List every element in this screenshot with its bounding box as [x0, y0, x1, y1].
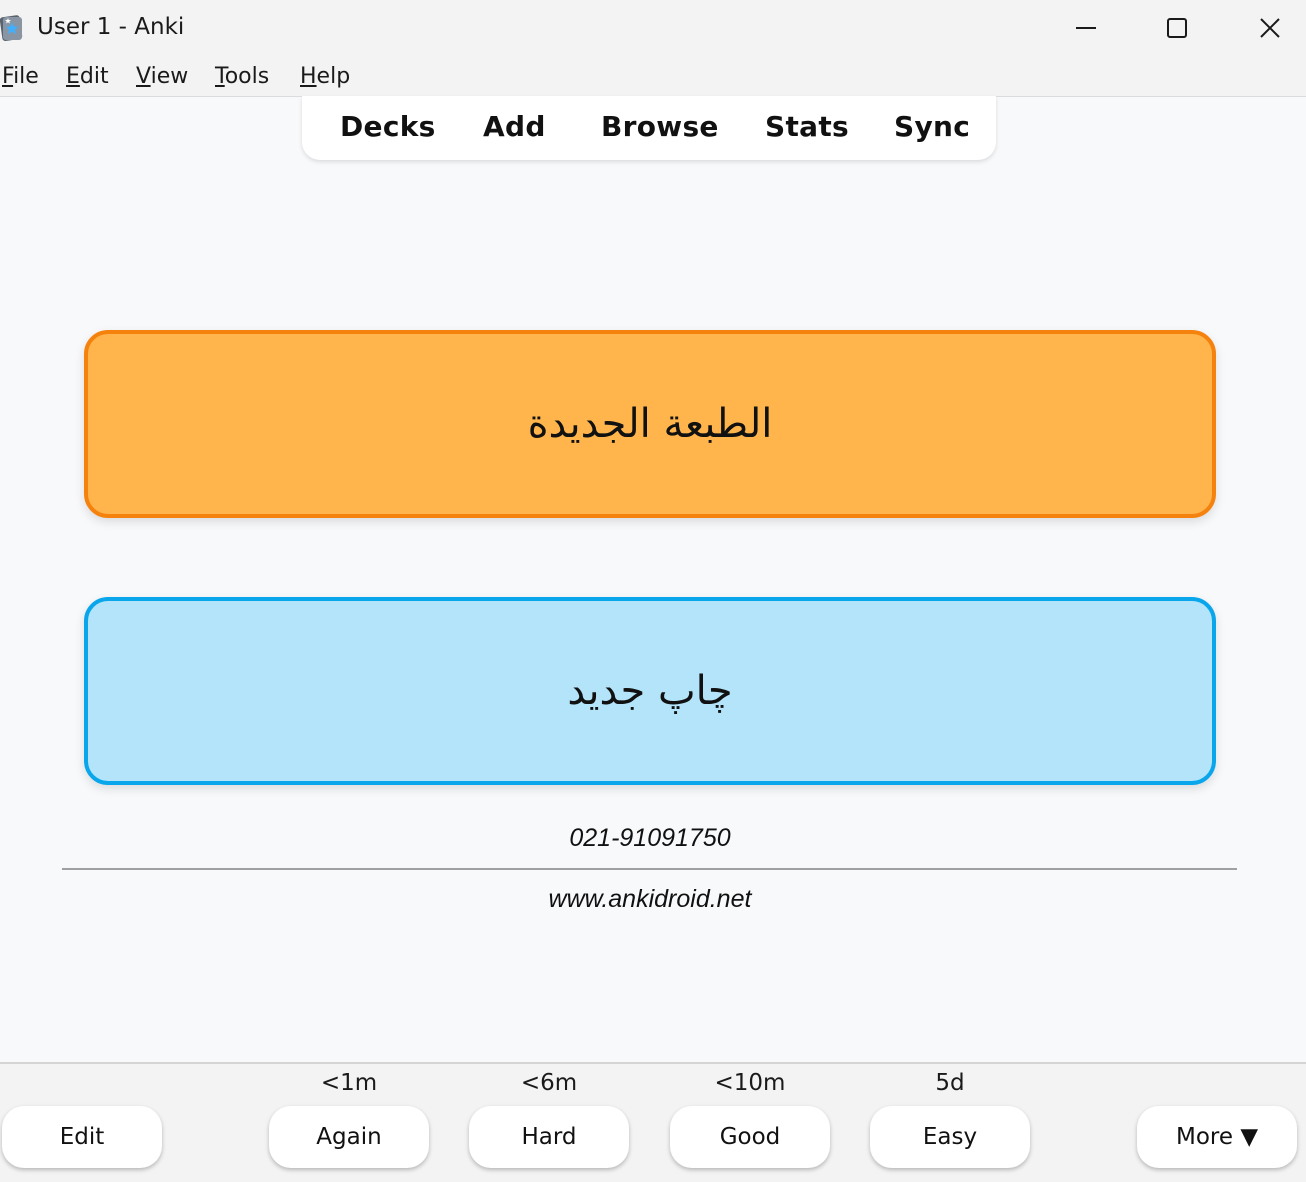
maximize-button[interactable]	[1132, 0, 1222, 56]
main-toolbar: Decks Add Browse Stats Sync	[302, 96, 996, 160]
menu-help[interactable]: Help	[300, 64, 350, 89]
menu-bar: File Edit View Tools Help	[0, 56, 1306, 97]
toolbar-browse-link[interactable]: Browse	[601, 110, 719, 143]
menu-view[interactable]: View	[136, 64, 188, 89]
good-interval: <10m	[714, 1070, 786, 1096]
minimize-button[interactable]	[1041, 0, 1131, 56]
edit-button[interactable]: Edit	[2, 1106, 162, 1168]
menu-label-rest: ile	[13, 64, 39, 89]
menu-file[interactable]: File	[2, 64, 39, 89]
minimize-icon	[1076, 27, 1096, 29]
toolbar-decks-link[interactable]: Decks	[340, 110, 436, 143]
menu-label-rest: ools	[224, 64, 270, 89]
toolbar-add-link[interactable]: Add	[483, 110, 546, 143]
menu-label-rest: iew	[150, 64, 189, 89]
window-title: User 1 - Anki	[37, 14, 185, 40]
close-icon	[1260, 18, 1280, 38]
maximize-icon	[1167, 18, 1187, 38]
easy-button[interactable]: Easy	[870, 1106, 1030, 1168]
menu-label-rest: dit	[79, 64, 109, 89]
card-back-box: چاپ جدید	[84, 597, 1216, 785]
divider	[62, 868, 1237, 870]
anki-logo-icon	[0, 14, 24, 42]
card-front-box: الطبعة الجديدة	[84, 330, 1216, 518]
menu-tools[interactable]: Tools	[215, 64, 269, 89]
again-interval: <1m	[320, 1070, 378, 1096]
good-button[interactable]: Good	[670, 1106, 830, 1168]
close-button[interactable]	[1225, 0, 1306, 56]
menu-mnemonic: F	[2, 64, 14, 89]
title-bar: User 1 - Anki	[0, 0, 1306, 56]
phone-number: 021-91091750	[569, 824, 731, 852]
menu-mnemonic: V	[136, 64, 151, 89]
toolbar-stats-link[interactable]: Stats	[765, 110, 849, 143]
menu-mnemonic: E	[66, 64, 80, 89]
hard-button[interactable]: Hard	[469, 1106, 629, 1168]
toolbar-sync-link[interactable]: Sync	[894, 110, 970, 143]
easy-interval: 5d	[935, 1070, 965, 1096]
menu-mnemonic: H	[300, 64, 317, 89]
menu-edit[interactable]: Edit	[66, 64, 109, 89]
menu-mnemonic: T	[215, 64, 225, 89]
more-button[interactable]: More ▼	[1137, 1106, 1297, 1168]
menu-label-rest: elp	[316, 64, 351, 89]
again-button[interactable]: Again	[269, 1106, 429, 1168]
website-text: www.ankidroid.net	[548, 885, 752, 913]
card-back-text: چاپ جدید	[567, 668, 733, 714]
hard-interval: <6m	[520, 1070, 578, 1096]
answer-bar: Edit <1m Again <6m Hard <10m Good 5d Eas…	[0, 1062, 1306, 1182]
card-front-text: الطبعة الجديدة	[527, 401, 773, 447]
